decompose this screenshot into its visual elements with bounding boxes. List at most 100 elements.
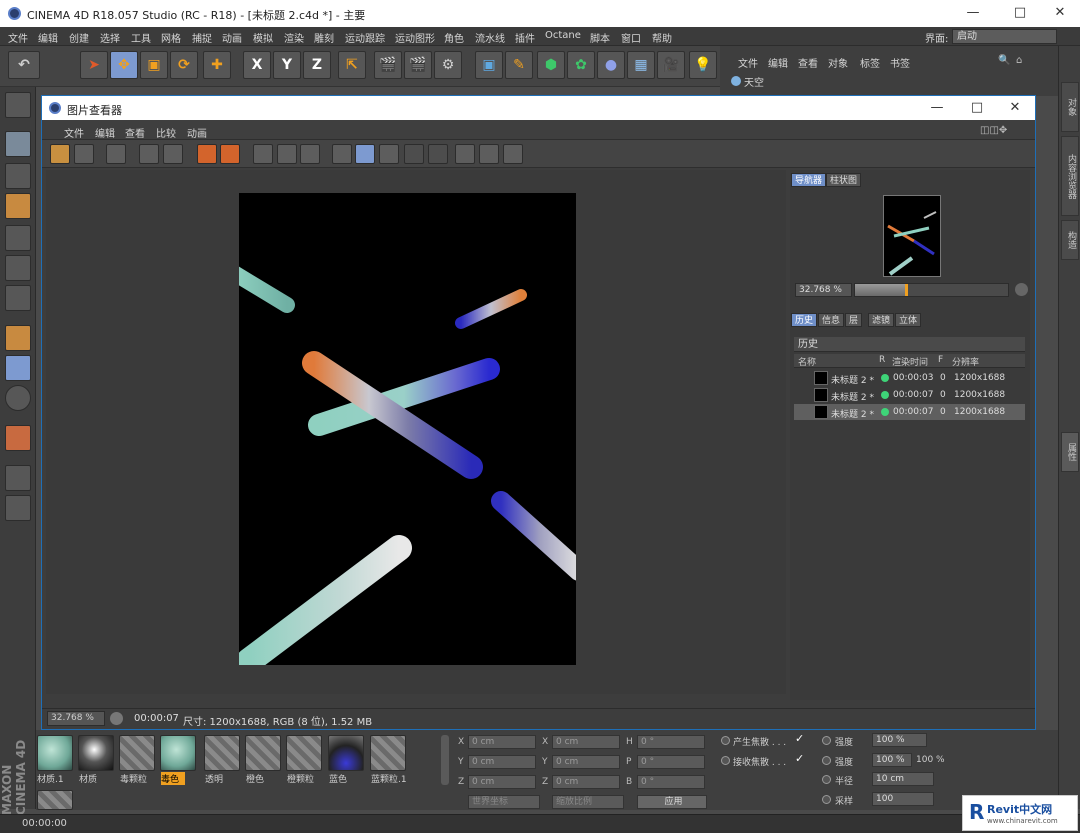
y-axis-button[interactable]: Y: [273, 51, 301, 79]
workplane-icon[interactable]: [5, 193, 31, 219]
coord-field-py[interactable]: 0 cm: [468, 755, 536, 769]
undo-icon[interactable]: ↶: [8, 51, 40, 79]
x-axis-button[interactable]: X: [243, 51, 271, 79]
compare-icon[interactable]: [332, 144, 352, 164]
menu-character[interactable]: 角色: [444, 30, 464, 45]
tab-filters[interactable]: 滤镜: [868, 313, 895, 327]
coord-field-pz[interactable]: 0 cm: [468, 775, 536, 789]
objmgr-menu-view[interactable]: 查看: [798, 55, 818, 70]
split-view-icon[interactable]: [355, 144, 375, 164]
tab-info[interactable]: 信息: [818, 313, 845, 327]
menu-render[interactable]: 渲染: [284, 30, 304, 45]
menu-mograph[interactable]: 运动图形: [395, 30, 435, 45]
tab-structure[interactable]: 构造: [1061, 220, 1079, 260]
menu-motion-tracking[interactable]: 运动跟踪: [345, 30, 385, 45]
objmgr-menu-file[interactable]: 文件: [738, 55, 758, 70]
pv-maximize-button[interactable]: □: [962, 99, 992, 117]
render-settings-icon[interactable]: ⚙: [434, 51, 462, 79]
objmgr-menu-bookmarks[interactable]: 书签: [890, 55, 910, 70]
menu-select[interactable]: 选择: [100, 30, 120, 45]
tab-objects[interactable]: 对象: [1061, 82, 1079, 132]
home-icon[interactable]: ⌂: [1016, 55, 1022, 66]
receive-caustics-checkbox[interactable]: ✓: [795, 752, 804, 765]
points-mode-icon[interactable]: [5, 225, 31, 251]
cloner-icon[interactable]: ✿: [567, 51, 595, 79]
render-view-icon[interactable]: 🎬: [374, 51, 402, 79]
tab-stereo[interactable]: 立体: [895, 313, 922, 327]
objmgr-menu-tags[interactable]: 标签: [860, 55, 880, 70]
pv-menu-edit[interactable]: 编辑: [95, 125, 115, 140]
menu-script[interactable]: 脚本: [590, 30, 610, 45]
maximize-button[interactable]: □: [1005, 4, 1035, 22]
menu-edit[interactable]: 编辑: [38, 30, 58, 45]
menu-snap[interactable]: 捕捉: [192, 30, 212, 45]
model-mode-icon[interactable]: [5, 131, 31, 157]
status-play-icon[interactable]: [110, 712, 123, 725]
fit-view-icon[interactable]: [455, 144, 475, 164]
material-thumb-7[interactable]: [328, 735, 364, 771]
ab-compare-b-icon[interactable]: [277, 144, 297, 164]
coord-field-sz[interactable]: 0 cm: [552, 775, 620, 789]
history-row[interactable]: 未标题 2 * 00:00:03 0 1200x1688: [794, 370, 1025, 386]
export-icon[interactable]: [300, 144, 320, 164]
status-zoom-field[interactable]: 32.768 %: [47, 711, 105, 726]
zoom-slider-thumb[interactable]: [905, 284, 909, 296]
menu-file[interactable]: 文件: [8, 30, 28, 45]
radius-radio[interactable]: [822, 775, 831, 784]
coord-field-b[interactable]: 0 °: [637, 775, 705, 789]
menu-create[interactable]: 创建: [69, 30, 89, 45]
tab-layers[interactable]: 层: [845, 313, 863, 327]
open-file-icon[interactable]: [50, 144, 70, 164]
cast-caustics-checkbox[interactable]: ✓: [795, 732, 804, 745]
coord-field-h[interactable]: 0 °: [637, 735, 705, 749]
coord-field-p[interactable]: 0 °: [637, 755, 705, 769]
set-b-icon[interactable]: [428, 144, 448, 164]
navigator-thumbnail[interactable]: [883, 195, 941, 277]
zoom-play-icon[interactable]: [1015, 283, 1028, 296]
pv-menu-view[interactable]: 查看: [125, 125, 145, 140]
live-select-icon[interactable]: ➤: [80, 51, 108, 79]
menu-plugins[interactable]: 插件: [515, 30, 535, 45]
objmgr-menu-edit[interactable]: 编辑: [768, 55, 788, 70]
snap-magnet-icon[interactable]: [5, 425, 31, 451]
transform-tool-icon[interactable]: ✚: [203, 51, 231, 79]
zoom-view-icon[interactable]: [503, 144, 523, 164]
menu-help[interactable]: 帮助: [652, 30, 672, 45]
z-axis-button[interactable]: Z: [303, 51, 331, 79]
material-thumb-4[interactable]: [204, 735, 240, 771]
strength2-radio[interactable]: [822, 756, 831, 765]
floor-icon[interactable]: ▦: [627, 51, 655, 79]
strength2-field-b[interactable]: 100 %: [916, 755, 945, 765]
radius-field[interactable]: 10 cm: [872, 772, 934, 786]
coord-field-px[interactable]: 0 cm: [468, 735, 536, 749]
move-tool-icon[interactable]: ✥: [110, 51, 138, 79]
samples-field[interactable]: 100: [872, 792, 934, 806]
history-row[interactable]: 未标题 2 * 00:00:07 0 1200x1688: [794, 387, 1025, 403]
pv-minimize-button[interactable]: —: [922, 99, 952, 117]
set-a-icon[interactable]: [404, 144, 424, 164]
pv-menu-animation[interactable]: 动画: [187, 125, 207, 140]
menu-simulate[interactable]: 模拟: [253, 30, 273, 45]
history-row-selected[interactable]: 未标题 2 * 00:00:07 0 1200x1688: [794, 404, 1025, 420]
world-coords-select[interactable]: 世界坐标: [468, 795, 540, 809]
navigator-zoom-field[interactable]: 32.768 %: [795, 283, 852, 297]
pv-layout-icon[interactable]: ◫◫✥: [980, 125, 1007, 136]
strength1-field[interactable]: 100 %: [872, 733, 927, 747]
receive-caustics-radio[interactable]: [721, 756, 730, 765]
tab-navigator[interactable]: 导航器: [791, 173, 827, 187]
material-scrollbar[interactable]: [441, 735, 449, 785]
material-thumb-5[interactable]: [245, 735, 281, 771]
tab-histogram[interactable]: 柱状图: [826, 173, 862, 187]
texture-mode-icon[interactable]: [5, 163, 31, 189]
menu-sculpt[interactable]: 雕刻: [314, 30, 334, 45]
tab-history[interactable]: 历史: [791, 313, 818, 327]
menu-animate[interactable]: 动画: [222, 30, 242, 45]
light-icon[interactable]: 💡: [689, 51, 717, 79]
minimize-button[interactable]: —: [958, 4, 988, 22]
tweak-mode-icon[interactable]: [5, 355, 31, 381]
camera-icon[interactable]: 🎥: [657, 51, 685, 79]
menu-window[interactable]: 窗口: [621, 30, 641, 45]
render-picture-viewer-icon[interactable]: 🎬: [404, 51, 432, 79]
spline-pen-icon[interactable]: ✎: [505, 51, 533, 79]
col-r[interactable]: R: [879, 355, 885, 365]
